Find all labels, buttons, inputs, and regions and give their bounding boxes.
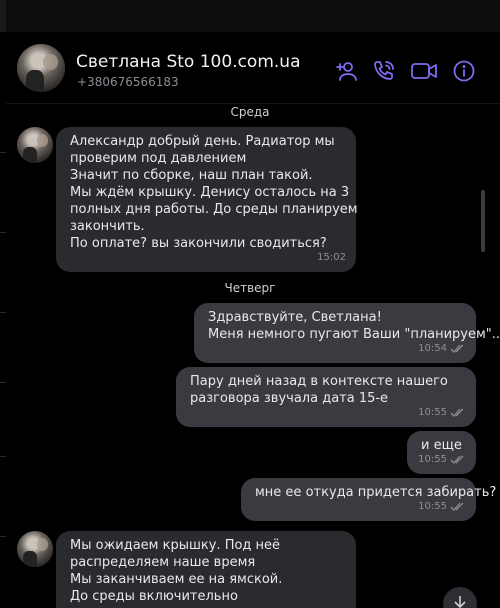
- sidebar-divider: [0, 456, 6, 457]
- message-text: Мы ожидаем крышку. Под неё распределяем …: [70, 538, 283, 604]
- chat-header: Светлана Sto 100.com.ua +380676566183: [6, 32, 500, 104]
- day-separator: Среда: [230, 105, 270, 119]
- read-checkmarks-icon: [450, 344, 464, 353]
- sidebar-divider: [0, 312, 6, 313]
- message-text: Здравствуйте, Светлана! Меня немного пуг…: [208, 310, 500, 342]
- sidebar-divider: [0, 382, 6, 383]
- add-contact-icon[interactable]: [334, 59, 358, 83]
- sidebar-divider: [0, 536, 6, 537]
- message-text: Пару дней назад в контексте нашего разго…: [190, 374, 448, 406]
- message-outgoing[interactable]: и еще 10:55: [407, 431, 476, 474]
- message-time: 15:02: [317, 252, 346, 263]
- titlebar-edge: [0, 0, 6, 32]
- read-checkmarks-icon: [450, 502, 464, 511]
- video-camera-icon[interactable]: [410, 59, 438, 83]
- day-separator: Четверг: [224, 281, 276, 295]
- sidebar-divider: [0, 232, 6, 233]
- chat-scrollbar[interactable]: [481, 190, 485, 252]
- message-time: 10:55: [418, 451, 466, 468]
- message-incoming[interactable]: Мы ожидаем крышку. Под неё распределяем …: [56, 531, 356, 608]
- message-time: 10:55: [418, 498, 466, 515]
- phone-icon[interactable]: [372, 59, 396, 83]
- sender-avatar[interactable]: [17, 127, 53, 163]
- contact-avatar[interactable]: [17, 44, 65, 92]
- contact-name[interactable]: Светлана Sto 100.com.ua: [76, 52, 301, 72]
- scroll-to-bottom-button[interactable]: [443, 587, 477, 608]
- message-text: Александр добрый день. Радиатор мы прове…: [70, 134, 358, 251]
- message-incoming[interactable]: Александр добрый день. Радиатор мы прове…: [56, 127, 358, 272]
- message-outgoing[interactable]: мне ее откуда придется забирать? 10:55: [241, 478, 496, 521]
- header-actions: [334, 59, 476, 83]
- read-checkmarks-icon: [450, 408, 464, 417]
- read-checkmarks-icon: [450, 455, 464, 464]
- info-icon[interactable]: [452, 59, 476, 83]
- sender-avatar[interactable]: [17, 531, 53, 567]
- sidebar-divider: [0, 152, 6, 153]
- contact-phone: +380676566183: [77, 75, 179, 89]
- message-time: 10:55: [418, 404, 466, 421]
- arrow-down-icon: [454, 596, 466, 608]
- message-outgoing[interactable]: Пару дней назад в контексте нашего разго…: [176, 367, 476, 427]
- message-time: 10:54: [418, 340, 466, 357]
- window-titlebar: [0, 0, 500, 32]
- message-outgoing[interactable]: Здравствуйте, Светлана! Меня немного пуг…: [194, 303, 500, 363]
